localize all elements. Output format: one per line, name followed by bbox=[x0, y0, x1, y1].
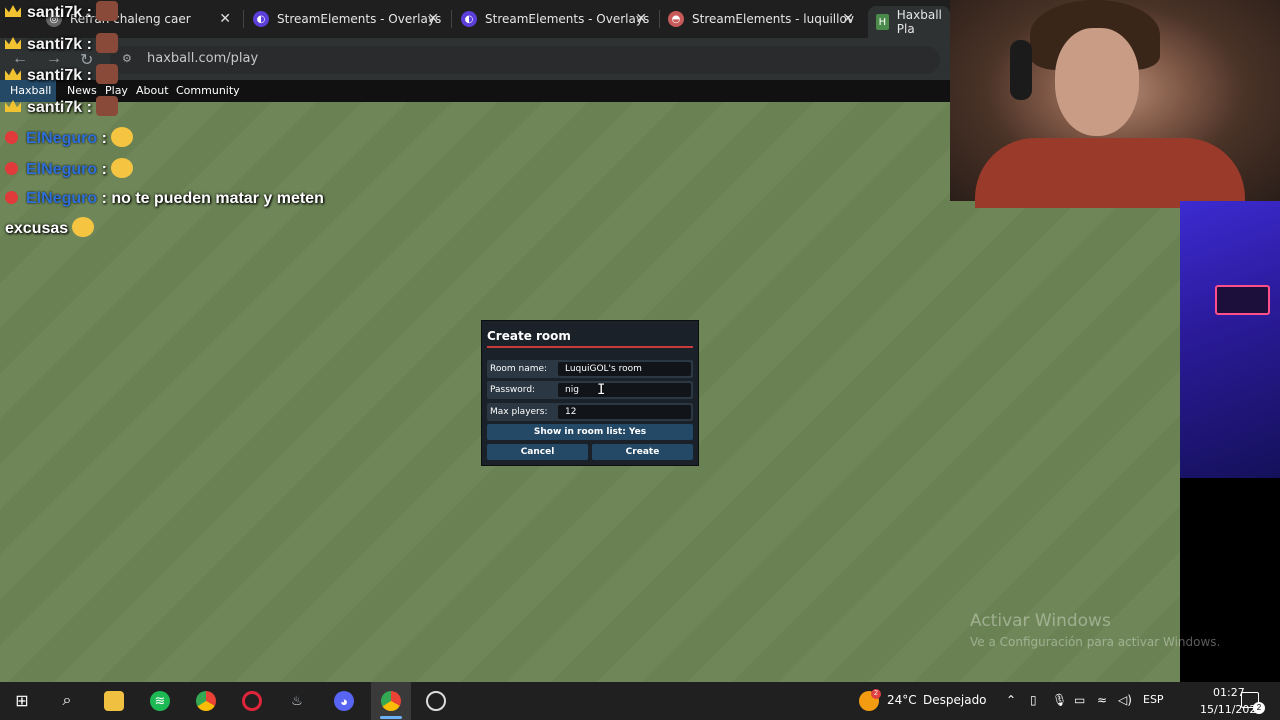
dialog-title: Create room bbox=[487, 329, 571, 343]
tab-title: StreamElements - luquillov bbox=[692, 12, 854, 26]
weather-desc[interactable]: Despejado bbox=[923, 693, 987, 707]
chat-line: santi7k : bbox=[5, 1, 118, 22]
chevron-up-icon[interactable]: ⌃ bbox=[1006, 693, 1016, 707]
cancel-button[interactable]: Cancel bbox=[487, 444, 588, 460]
weather-badge: 2 bbox=[871, 689, 881, 699]
nav-community[interactable]: Community bbox=[176, 84, 240, 97]
crown-icon bbox=[5, 100, 21, 112]
tab-title: Haxball Pla bbox=[896, 8, 942, 36]
chat-line: santi7k : bbox=[5, 96, 118, 117]
close-icon[interactable]: ✕ bbox=[427, 11, 439, 27]
streamelements-icon: ◐ bbox=[461, 11, 477, 27]
emote-icon bbox=[95, 64, 118, 84]
tab-3[interactable]: ◐ StreamElements - Overlays ✕ bbox=[461, 0, 657, 38]
activation-watermark-text: Ve a Configuración para activar Windows. bbox=[970, 635, 1221, 649]
windows-start-icon[interactable]: ⊞ bbox=[12, 691, 32, 711]
streamelements-icon: ◓ bbox=[668, 11, 684, 27]
tab-title: StreamElements - Overlays bbox=[485, 12, 650, 26]
show-in-list-toggle[interactable]: Show in room list: Yes bbox=[487, 424, 693, 440]
nav-about[interactable]: About bbox=[136, 84, 169, 97]
wifi-icon[interactable]: ≈ bbox=[1097, 693, 1107, 707]
close-icon[interactable]: ✕ bbox=[219, 11, 231, 27]
text-cursor-icon: I bbox=[597, 382, 606, 398]
chat-line: excusas bbox=[5, 217, 95, 238]
webcam-shirt bbox=[975, 138, 1245, 208]
site-info-icon[interactable]: ⚙ bbox=[122, 52, 132, 65]
file-explorer-icon[interactable] bbox=[104, 691, 124, 711]
close-icon[interactable]: ✕ bbox=[842, 11, 854, 27]
steam-icon[interactable]: ♨ bbox=[287, 691, 307, 711]
obs-icon[interactable] bbox=[426, 691, 446, 711]
gaming-room-art bbox=[1180, 201, 1280, 478]
emote-icon bbox=[95, 1, 118, 21]
search-icon[interactable]: ⌕ bbox=[57, 691, 77, 711]
chat-line: santi7k : bbox=[5, 33, 118, 54]
tab-2[interactable]: ◐ StreamElements - Overlays ✕ bbox=[253, 0, 449, 38]
emote-icon bbox=[95, 33, 118, 53]
max-players-label: Max players: bbox=[490, 407, 548, 417]
chrome-active-icon[interactable] bbox=[381, 691, 401, 711]
webcam-headset bbox=[1010, 40, 1032, 100]
chat-line: ElNeguro : bbox=[5, 127, 133, 148]
right-black-panel bbox=[1180, 478, 1280, 682]
badge-icon bbox=[5, 162, 18, 175]
monitor-art bbox=[1215, 285, 1270, 315]
spotify-icon[interactable]: ≋ bbox=[150, 691, 170, 711]
notification-badge: 2 bbox=[1253, 702, 1265, 714]
create-button[interactable]: Create bbox=[592, 444, 693, 460]
phone-link-icon[interactable]: ▯ bbox=[1030, 693, 1037, 707]
language-indicator[interactable]: ESP bbox=[1143, 693, 1164, 706]
badge-icon bbox=[5, 131, 18, 144]
crown-icon bbox=[5, 37, 21, 49]
crown-icon bbox=[5, 68, 21, 80]
emote-icon bbox=[95, 96, 118, 116]
crown-icon bbox=[5, 5, 21, 17]
close-icon[interactable]: ✕ bbox=[635, 11, 647, 27]
browser-tab-bar: ◎ Refrán chaleng caer ✕ ◐ StreamElements… bbox=[0, 0, 950, 38]
haxball-icon: H bbox=[876, 14, 889, 30]
taskbar bbox=[0, 682, 1280, 720]
opera-icon[interactable] bbox=[242, 691, 262, 711]
emote-icon bbox=[110, 158, 133, 178]
weather-temp[interactable]: 24°C bbox=[887, 693, 917, 707]
url-text[interactable]: haxball.com/play bbox=[147, 51, 258, 66]
max-players-input[interactable]: 12 bbox=[558, 405, 691, 419]
volume-icon[interactable]: ◁) bbox=[1118, 693, 1132, 707]
display-icon[interactable]: ▭ bbox=[1074, 693, 1085, 707]
active-indicator bbox=[380, 716, 402, 719]
discord-icon[interactable]: ◕ bbox=[334, 691, 354, 711]
dialog-title-underline bbox=[487, 346, 693, 348]
chrome-icon[interactable] bbox=[196, 691, 216, 711]
webcam-face bbox=[1055, 28, 1139, 136]
tab-title: StreamElements - Overlays bbox=[277, 12, 442, 26]
chat-line: ElNeguro : bbox=[5, 158, 133, 179]
tab-active-haxball[interactable]: H Haxball Pla bbox=[868, 6, 950, 38]
streamelements-icon: ◐ bbox=[253, 11, 269, 27]
chat-line: ElNeguro : no te pueden matar y meten bbox=[5, 190, 324, 208]
activation-watermark-title: Activar Windows bbox=[970, 611, 1111, 631]
password-label: Password: bbox=[490, 385, 536, 395]
microphone-icon[interactable]: 🎙︎ bbox=[1052, 693, 1067, 707]
emote-icon bbox=[110, 127, 133, 147]
password-input[interactable]: nig bbox=[558, 383, 691, 397]
badge-icon bbox=[5, 191, 18, 204]
chat-line: santi7k : bbox=[5, 64, 118, 85]
tab-4[interactable]: ◓ StreamElements - luquillov ✕ bbox=[668, 0, 864, 38]
clock-time[interactable]: 01:27 bbox=[1213, 686, 1245, 699]
emote-icon bbox=[72, 217, 95, 237]
room-name-label: Room name: bbox=[490, 364, 548, 374]
room-name-input[interactable]: LuquiGOL's room bbox=[558, 362, 691, 376]
